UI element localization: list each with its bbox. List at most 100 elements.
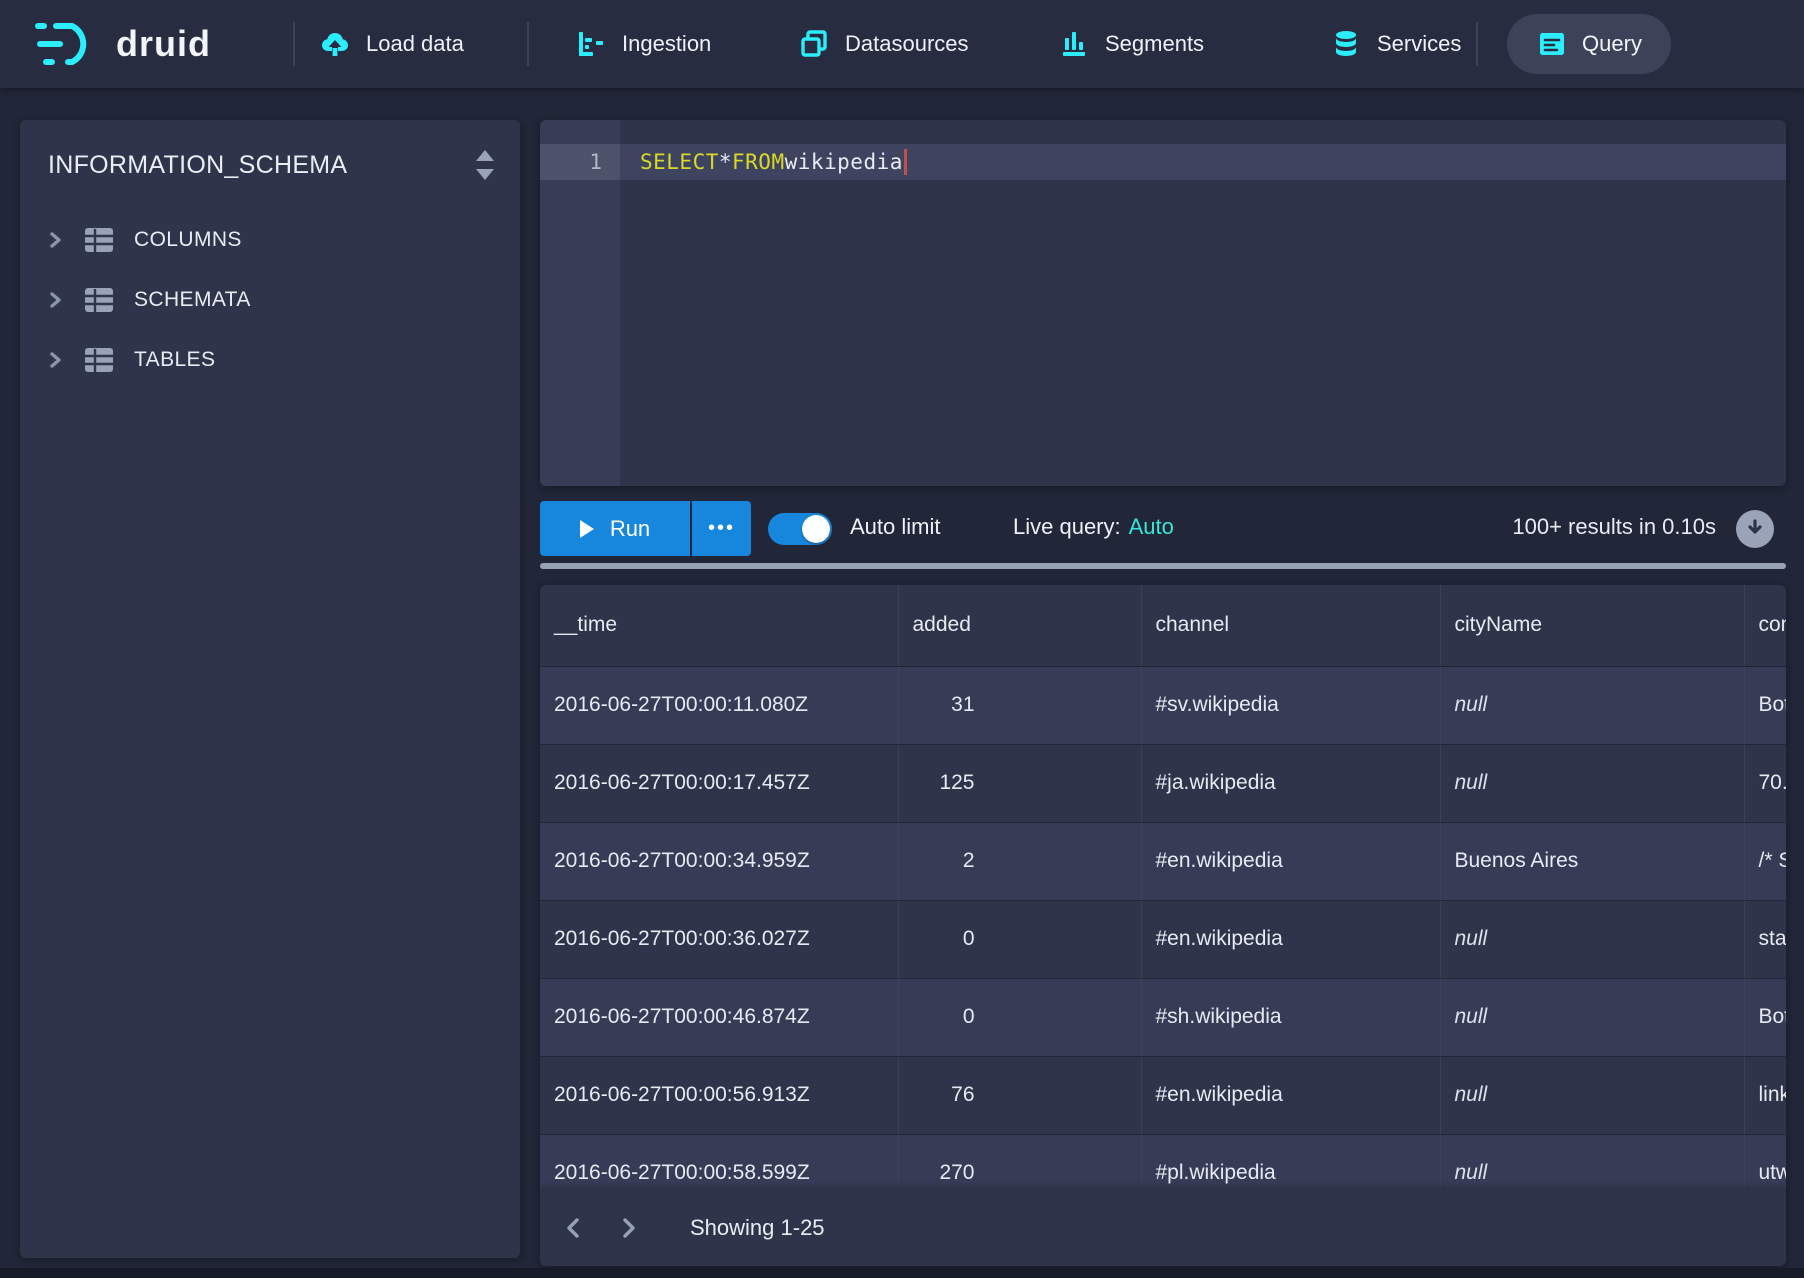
nav-item-ingestion[interactable]: Ingestion [575, 0, 711, 88]
table-cell[interactable]: Bot [1744, 978, 1786, 1056]
table-cell[interactable]: #sh.wikipedia [1141, 978, 1440, 1056]
table-cell[interactable]: 76 [898, 1056, 1141, 1134]
chevron-left-icon [563, 1217, 585, 1239]
table-row: 2016-06-27T00:00:36.027Z0#en.wikipedianu… [540, 900, 1786, 978]
column-header-comment[interactable]: comment [1744, 585, 1786, 666]
chevron-right-icon[interactable] [46, 231, 64, 249]
table-cell[interactable]: null [1440, 978, 1744, 1056]
table-header-row: __timeaddedchannelcityNamecomment [540, 585, 1786, 666]
table-icon [84, 227, 114, 253]
schema-tree: COLUMNSSCHEMATATABLES [20, 210, 520, 390]
table-cell[interactable]: null [1440, 666, 1744, 744]
table-cell[interactable]: /* S [1744, 822, 1786, 900]
table-row: 2016-06-27T00:00:46.874Z0#sh.wikipedianu… [540, 978, 1786, 1056]
column-header-added[interactable]: added [898, 585, 1141, 666]
sidebar-item-schemata[interactable]: SCHEMATA [20, 270, 520, 330]
next-page-button[interactable] [608, 1206, 648, 1250]
sidebar-item-columns[interactable]: COLUMNS [20, 210, 520, 270]
table-cell[interactable]: 125 [898, 744, 1141, 822]
table-cell[interactable]: #ja.wikipedia [1141, 744, 1440, 822]
column-header-cityName[interactable]: cityName [1440, 585, 1744, 666]
table-cell[interactable]: 0 [898, 978, 1141, 1056]
schema-title: INFORMATION_SCHEMA [48, 151, 347, 180]
schema-sidebar: INFORMATION_SCHEMA COLUMNSSCHEMATATABLES [20, 120, 520, 1258]
table-cell[interactable]: null [1440, 900, 1744, 978]
table-cell[interactable]: sta [1744, 900, 1786, 978]
showing-label: Showing 1-25 [690, 1215, 825, 1241]
table-cell[interactable]: link [1744, 1056, 1786, 1134]
results-table: __timeaddedchannelcityNamecomment 2016-0… [540, 585, 1786, 1213]
previous-page-button[interactable] [554, 1206, 594, 1250]
table-icon [84, 347, 114, 373]
live-query-value[interactable]: Auto [1129, 514, 1174, 539]
table-icon [84, 287, 114, 313]
nav-item-label: Segments [1105, 31, 1204, 57]
table-row: 2016-06-27T00:00:34.959Z2#en.wikipediaBu… [540, 822, 1786, 900]
nav-item-services[interactable]: Services [1330, 0, 1461, 88]
nav-item-label: Ingestion [622, 31, 711, 57]
table-cell[interactable]: 2016-06-27T00:00:11.080Z [540, 666, 898, 744]
line-number: 1 [540, 144, 620, 180]
logo-text: druid [116, 23, 211, 65]
table-cell[interactable]: 2 [898, 822, 1141, 900]
column-header-time[interactable]: __time [540, 585, 898, 666]
table-cell[interactable]: #en.wikipedia [1141, 822, 1440, 900]
sql-token: * [719, 150, 732, 174]
query-toolbar: Run ••• Auto limit Live query:Auto 100+ … [540, 500, 1786, 558]
table-cell[interactable]: 2016-06-27T00:00:46.874Z [540, 978, 898, 1056]
druid-logo[interactable]: druid [34, 0, 211, 88]
table-cell[interactable]: null [1440, 1056, 1744, 1134]
nav-separator [1476, 22, 1478, 66]
chevron-right-icon[interactable] [46, 351, 64, 369]
download-button[interactable] [1736, 510, 1774, 548]
table-cell[interactable]: 0 [898, 900, 1141, 978]
table-cell[interactable]: #en.wikipedia [1141, 900, 1440, 978]
ellipsis-icon: ••• [708, 517, 735, 540]
results-summary: 100+ results in 0.10s [1512, 514, 1716, 540]
chevron-right-icon[interactable] [46, 291, 64, 309]
sidebar-item-tables[interactable]: TABLES [20, 330, 520, 390]
text-cursor [904, 149, 907, 175]
table-cell[interactable]: 2016-06-27T00:00:34.959Z [540, 822, 898, 900]
table-cell[interactable]: Bot [1744, 666, 1786, 744]
query-editor[interactable]: 1 SELECT * FROM wikipedia [540, 120, 1786, 486]
nav-separator [527, 22, 529, 66]
table-row: 2016-06-27T00:00:11.080Z31#sv.wikipedian… [540, 666, 1786, 744]
ingestion-icon [575, 28, 607, 60]
chevron-right-icon [617, 1217, 639, 1239]
table-cell[interactable]: 31 [898, 666, 1141, 744]
auto-limit-toggle[interactable] [768, 513, 832, 545]
table-cell[interactable]: #sv.wikipedia [1141, 666, 1440, 744]
panel-resize-handle[interactable] [540, 563, 1786, 569]
nav-item-label: Load data [366, 31, 464, 57]
table-cell[interactable]: 2016-06-27T00:00:17.457Z [540, 744, 898, 822]
cloud-upload-icon [319, 28, 351, 60]
run-more-button[interactable]: ••• [692, 501, 751, 556]
nav-separator [293, 22, 295, 66]
run-button[interactable]: Run [540, 501, 690, 556]
table-cell[interactable]: 2016-06-27T00:00:36.027Z [540, 900, 898, 978]
nav-item-datasources[interactable]: Datasources [798, 0, 969, 88]
nav-item-label: Datasources [845, 31, 969, 57]
top-navbar: druid Load data Ingestion Datasources Segme… [0, 0, 1804, 88]
double-caret-icon[interactable] [472, 146, 498, 184]
sql-text[interactable]: SELECT * FROM wikipedia [640, 144, 907, 180]
column-header-channel[interactable]: channel [1141, 585, 1440, 666]
services-icon [1330, 28, 1362, 60]
datasources-icon [798, 28, 830, 60]
live-query: Live query:Auto [1013, 514, 1174, 540]
sql-token: SELECT [640, 150, 719, 174]
nav-item-segments[interactable]: Segments [1058, 0, 1204, 88]
table-cell[interactable]: 70. [1744, 744, 1786, 822]
nav-item-load-data[interactable]: Load data [319, 0, 464, 88]
table-cell[interactable]: null [1440, 744, 1744, 822]
run-label: Run [610, 516, 650, 542]
table-row: 2016-06-27T00:00:17.457Z125#ja.wikipedia… [540, 744, 1786, 822]
sql-token: FROM [732, 150, 785, 174]
table-cell[interactable]: 2016-06-27T00:00:56.913Z [540, 1056, 898, 1134]
bottom-edge [0, 1268, 1804, 1278]
table-cell[interactable]: Buenos Aires [1440, 822, 1744, 900]
druid-logo-icon [34, 18, 104, 70]
nav-item-query[interactable]: Query [1507, 14, 1671, 74]
table-cell[interactable]: #en.wikipedia [1141, 1056, 1440, 1134]
